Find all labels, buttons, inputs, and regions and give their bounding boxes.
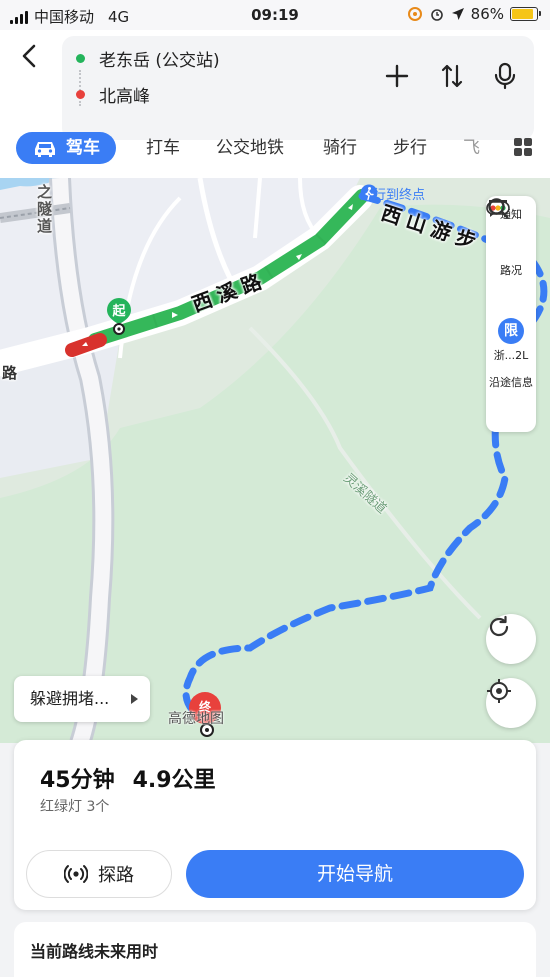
status-bar: 中国移动 4G 09:19 86% [0, 0, 550, 30]
walking-person-icon [360, 184, 378, 202]
traffic-label: 路况 [500, 264, 522, 277]
tab-bike[interactable]: 骑行 [323, 132, 357, 164]
road-label-edge: 路 [2, 364, 18, 382]
origin-dot-icon [76, 54, 85, 63]
tab-walk[interactable]: 步行 [393, 132, 427, 164]
tunnel-label: 之隧道 [35, 184, 53, 235]
back-arrow-icon[interactable] [14, 40, 46, 72]
future-time-card[interactable]: 当前路线未来用时 [14, 922, 536, 977]
route-summary-main: 45分钟 4.9公里 [40, 762, 216, 794]
alarm-icon [430, 9, 443, 21]
battery-percent: 86% [470, 5, 504, 23]
explore-route-label: 探路 [98, 865, 134, 886]
start-navigation-button[interactable]: 开始导航 [186, 850, 524, 898]
avoid-congestion-button[interactable]: 躲避拥堵... [14, 676, 150, 722]
map-side-panel: 通知 路况 限 浙...2L 沿途信息 [486, 196, 536, 432]
refresh-icon [489, 615, 509, 637]
radar-icon [64, 865, 88, 883]
restriction-label: 浙...2L [493, 349, 529, 362]
locate-button[interactable] [486, 678, 536, 728]
location-arrow-icon [451, 8, 464, 20]
walk-to-end-label: 步行到终点 [360, 184, 425, 203]
battery-icon [510, 7, 541, 21]
tab-flight[interactable]: 飞 [463, 132, 487, 164]
restriction-button[interactable]: 限 浙...2L [486, 314, 536, 370]
map-canvas [0, 178, 550, 743]
tab-taxi[interactable]: 打车 [146, 132, 180, 164]
along-info-label: 沿途信息 [489, 376, 533, 389]
status-right: 86% [407, 5, 541, 23]
destination-dot-icon [76, 90, 85, 99]
avoid-congestion-label: 躲避拥堵... [30, 689, 110, 708]
transport-tabs: 驾车 打车 公交地铁 骑行 步行 飞 [0, 130, 550, 170]
route-actions [384, 62, 516, 90]
start-marker-text: 起 [112, 304, 126, 319]
tab-transit[interactable]: 公交地铁 [216, 132, 284, 164]
search-icon [488, 198, 509, 219]
route-distance: 4.9公里 [132, 768, 216, 793]
destination-row[interactable]: 北高峰 [76, 82, 150, 107]
route-duration: 45分钟 [40, 768, 115, 793]
tab-drive-label: 驾车 [66, 138, 100, 158]
play-arrow-icon [131, 694, 138, 704]
refresh-button[interactable] [486, 614, 536, 664]
explore-route-button[interactable]: 探路 [26, 850, 172, 898]
route-header: 老东岳 (公交站) 北高峰 驾车 打车 公交地铁 骑行 步行 飞 [0, 30, 550, 180]
future-time-title: 当前路线未来用时 [30, 942, 159, 961]
locate-crosshair-icon [487, 679, 511, 703]
more-modes-grid-icon[interactable] [514, 138, 532, 156]
map-watermark: 高德地图 [168, 711, 224, 727]
orientation-lock-icon [407, 7, 422, 21]
traffic-light-count: 红绿灯 3个 [40, 799, 110, 815]
car-icon [35, 142, 55, 157]
origin-text: 老东岳 (公交站) [99, 51, 220, 71]
microphone-icon[interactable] [494, 62, 516, 90]
route-input-box: 老东岳 (公交站) 北高峰 [62, 36, 534, 140]
route-summary-card[interactable]: 45分钟 4.9公里 红绿灯 3个 探路 开始导航 [14, 740, 536, 910]
swap-icon[interactable] [440, 63, 464, 89]
along-info-button[interactable]: 沿途信息 [486, 198, 536, 426]
restriction-badge-icon: 限 [498, 318, 524, 344]
map-view[interactable]: 西溪路 西山游步 之隧道 路 灵溪隧道 步行到终点 起 终 高德地图 通知 路况… [0, 178, 550, 743]
origin-row[interactable]: 老东岳 (公交站) [76, 46, 220, 71]
add-waypoint-icon[interactable] [384, 63, 410, 89]
tab-drive[interactable]: 驾车 [16, 132, 116, 164]
destination-text: 北高峰 [99, 87, 150, 107]
traffic-button[interactable]: 路况 [486, 201, 536, 314]
start-marker: 起 [104, 296, 134, 336]
